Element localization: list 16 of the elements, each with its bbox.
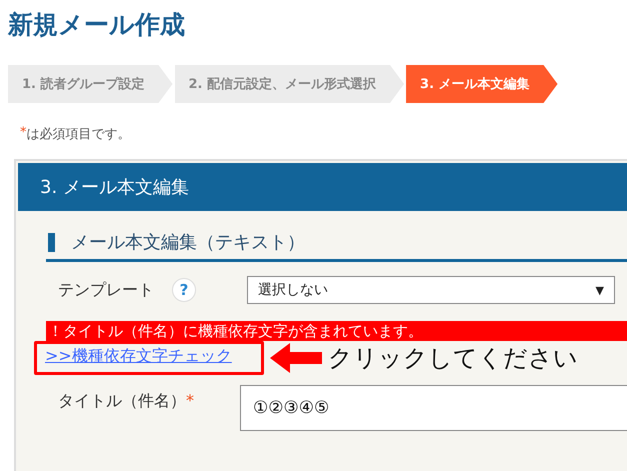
template-label: テンプレート bbox=[58, 280, 155, 300]
panel-header: 3. メール本文編集 bbox=[18, 163, 627, 211]
section-heading: メール本文編集（テキスト） bbox=[46, 225, 627, 262]
step-tab[interactable]: 1. 読者グループ設定 bbox=[8, 65, 173, 103]
callout-text: クリックしてください bbox=[328, 343, 578, 374]
char-check-link[interactable]: >>機種依存文字チェック bbox=[34, 341, 264, 375]
subject-field[interactable]: ①②③④⑤ bbox=[240, 385, 627, 431]
page-title: 新規メール作成 bbox=[8, 9, 186, 41]
help-icon[interactable]: ? bbox=[172, 278, 196, 302]
step-tab[interactable]: 3. メール本文編集 bbox=[406, 65, 558, 103]
error-message: ！タイトル（件名）に機種依存文字が含まれています。 bbox=[46, 321, 627, 341]
arrow-icon bbox=[270, 343, 322, 373]
required-note: *は必須項目です。 bbox=[20, 125, 132, 143]
subject-label: タイトル（件名）* bbox=[58, 391, 194, 412]
template-select[interactable]: 選択しない ▼ bbox=[247, 276, 615, 304]
step-tab[interactable]: 2. 配信元設定、メール形式選択 bbox=[174, 65, 404, 103]
